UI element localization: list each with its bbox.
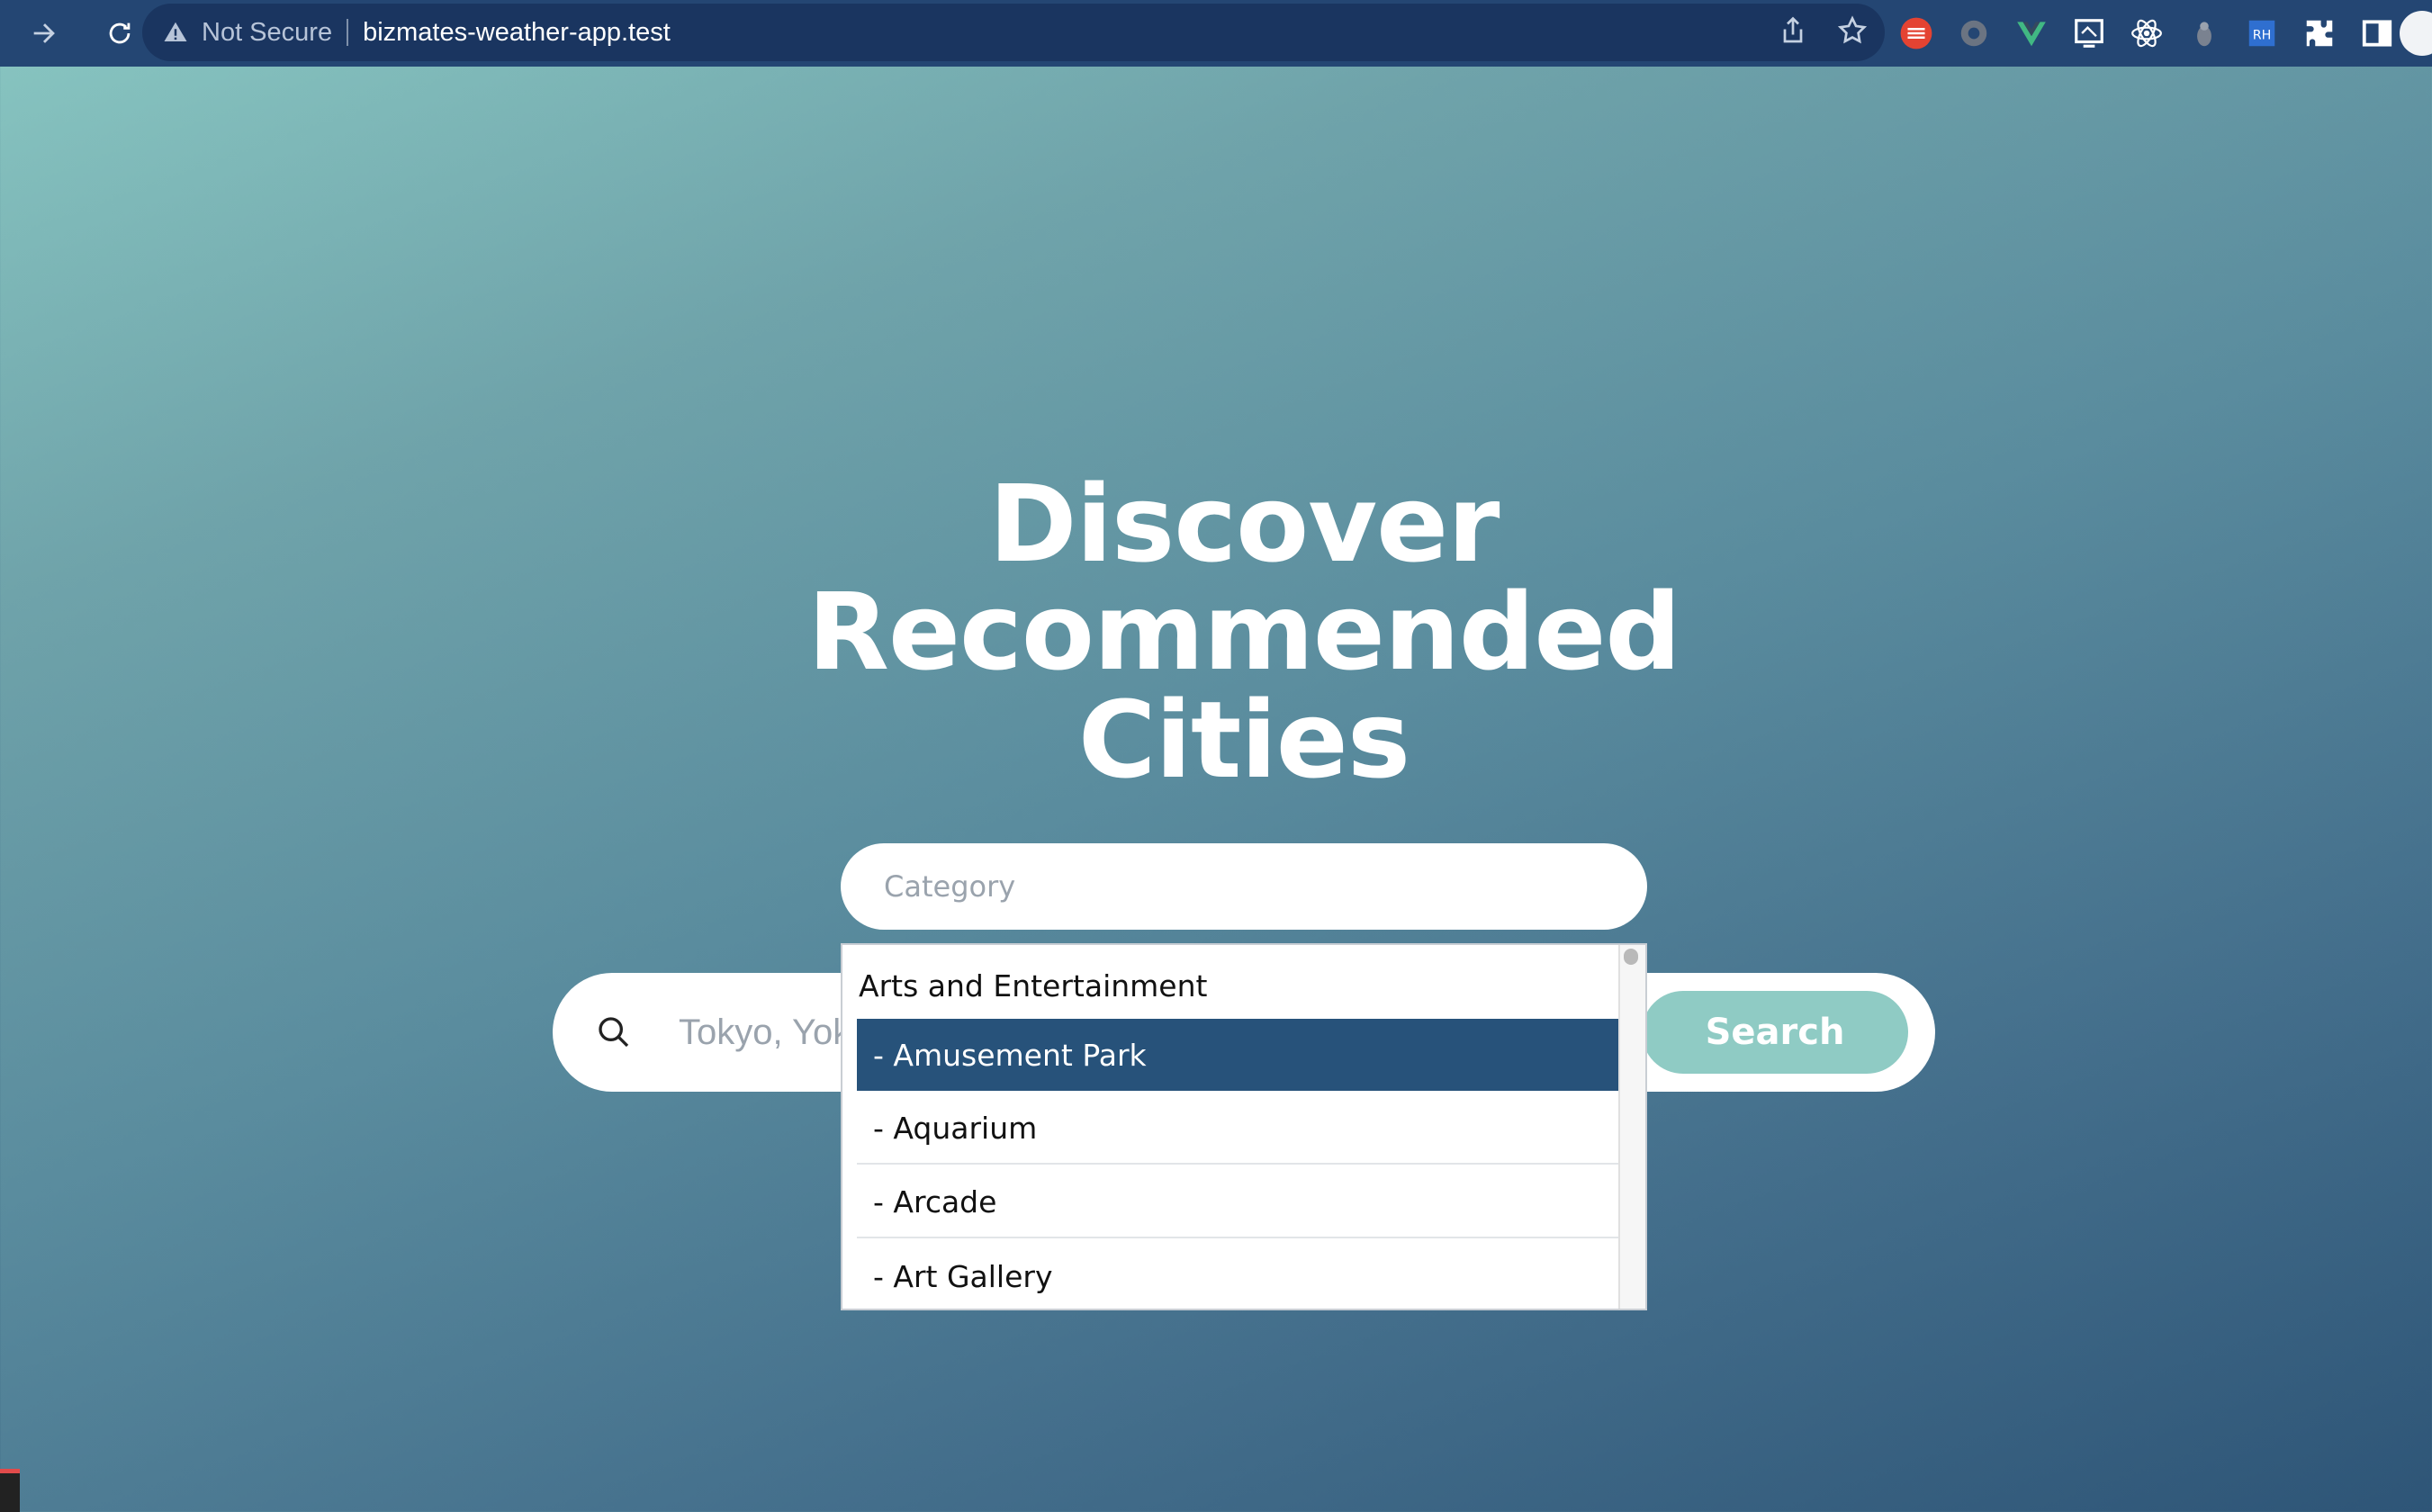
title-line: Recommended: [807, 570, 1681, 694]
svg-text:RH: RH: [2253, 28, 2272, 42]
title-line: Discover: [988, 462, 1500, 586]
extension-vue-devtools-icon[interactable]: [2014, 16, 2049, 50]
category-input[interactable]: [841, 843, 1647, 930]
dropdown-option[interactable]: - Art Gallery: [857, 1240, 1618, 1309]
address-bar[interactable]: Not Secure bizmates-weather-app.test: [142, 4, 1885, 61]
extension-rh-icon[interactable]: RH: [2245, 16, 2279, 50]
dropdown-group-label: Arts and Entertainment: [859, 968, 1208, 1004]
dropdown-scrollbar[interactable]: [1618, 945, 1645, 1309]
forward-icon[interactable]: [16, 5, 72, 61]
separator: [347, 19, 349, 46]
bookmark-star-icon[interactable]: [1836, 14, 1869, 47]
extension-pin-icon[interactable]: [2187, 16, 2221, 50]
dropdown-option[interactable]: - Aquarium: [857, 1093, 1618, 1165]
side-panel-icon[interactable]: [2360, 16, 2394, 50]
dropdown-option[interactable]: - Arcade: [857, 1166, 1618, 1238]
page-title: Discover Recommended Cities: [0, 470, 2432, 794]
extensions-puzzle-icon[interactable]: [2302, 16, 2337, 50]
extension-react-devtools-icon[interactable]: [2130, 16, 2164, 50]
reload-icon[interactable]: [92, 5, 148, 61]
share-icon[interactable]: [1777, 14, 1809, 47]
search-icon: [599, 1017, 629, 1048]
search-button[interactable]: Search: [1642, 991, 1908, 1074]
warning-icon: [164, 22, 187, 41]
profile-avatar[interactable]: [2400, 11, 2432, 56]
extension-gear-icon[interactable]: [1957, 16, 1991, 50]
extension-todoist-icon[interactable]: [1899, 16, 1933, 50]
extension-screen-icon[interactable]: [2072, 16, 2106, 50]
title-line: Cities: [1077, 678, 1410, 802]
dropdown-option[interactable]: - Amusement Park: [857, 1019, 1618, 1091]
category-dropdown[interactable]: Arts and Entertainment - Amusement Park …: [841, 943, 1647, 1310]
browser-toolbar: Not Secure bizmates-weather-app.test RH: [0, 0, 2432, 67]
security-status[interactable]: Not Secure: [202, 18, 332, 48]
corner-tab: [0, 1469, 20, 1512]
scrollbar-thumb[interactable]: [1624, 949, 1638, 965]
url-text[interactable]: bizmates-weather-app.test: [363, 18, 671, 48]
